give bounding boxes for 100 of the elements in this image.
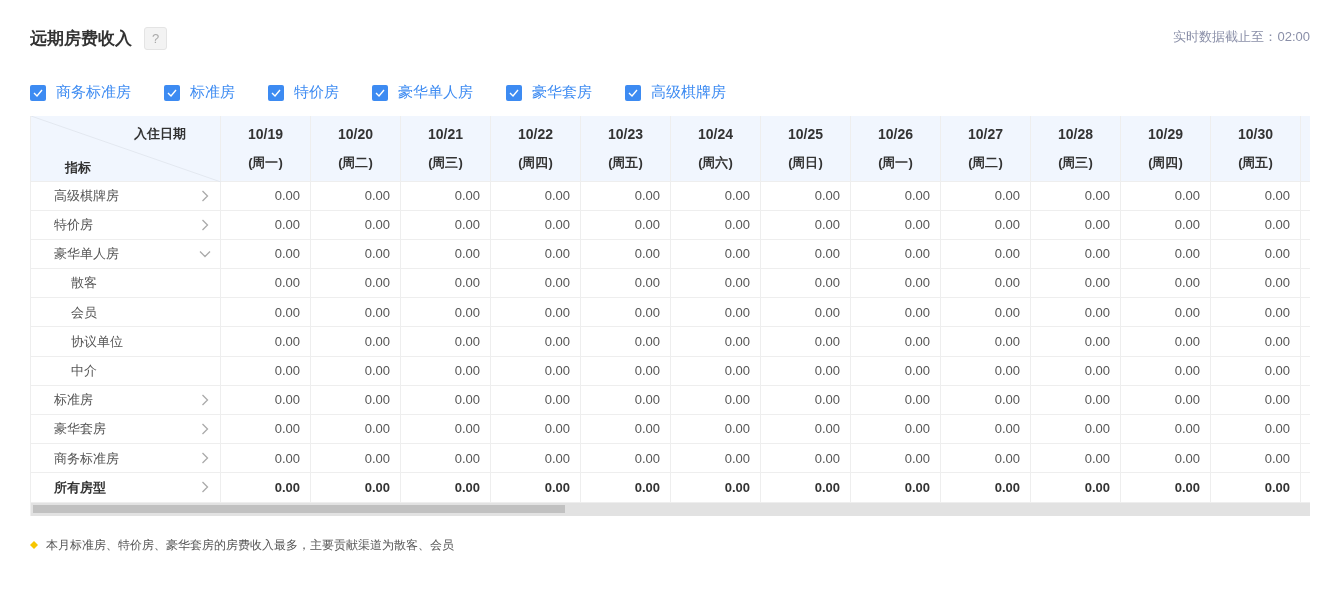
table-cell: 0.00 — [1211, 356, 1301, 385]
table-cell: 0.00 — [671, 269, 761, 298]
row-label: 特价房 — [54, 216, 94, 235]
table-cell: 0.00 — [1121, 385, 1211, 414]
checkmark-icon — [375, 88, 385, 97]
row-label: 会员 — [71, 303, 98, 322]
scrollbar-thumb[interactable] — [33, 505, 565, 514]
row-label: 豪华单人房 — [54, 245, 120, 264]
table-cell: 0.00 — [761, 356, 851, 385]
checkbox-label[interactable]: 豪华套房 — [532, 81, 592, 104]
checkmark-icon — [33, 88, 43, 97]
chevron-right-icon[interactable] — [201, 481, 209, 494]
chevron-right-icon[interactable] — [201, 218, 209, 231]
checkbox[interactable] — [506, 84, 522, 101]
column-weekday: (周一) — [878, 153, 913, 172]
table-cell: 0.00 — [491, 298, 581, 327]
table-cell: 0.00 — [1031, 327, 1121, 356]
diamond-icon — [30, 540, 38, 549]
row-label: 豪华套房 — [54, 420, 107, 439]
table-cell: 0.00 — [401, 473, 491, 502]
checkbox[interactable] — [372, 84, 388, 101]
column-weekday: (周日) — [788, 153, 823, 172]
table-cell: 0.00 — [581, 210, 671, 239]
table-cell: 0.00 — [671, 181, 761, 210]
table-cell: 0.00 — [851, 473, 941, 502]
table-cell: 0.00 — [1211, 473, 1301, 502]
table-cell: 0.00 — [401, 239, 491, 269]
checkbox-label[interactable]: 高级棋牌房 — [651, 81, 726, 104]
table-cell: 0.00 — [581, 415, 671, 444]
column-weekday: (周四) — [1148, 153, 1183, 172]
column-date: 10/21 — [427, 124, 463, 144]
table-cell: 0.00 — [941, 473, 1031, 502]
column-date: 10/24 — [697, 124, 733, 144]
column-weekday: (周三) — [428, 153, 463, 172]
table-cell: 0.00 — [221, 327, 311, 356]
column-date: 10/26 — [877, 124, 913, 144]
checkmark-icon — [628, 88, 638, 97]
table-cell: 0.00 — [1211, 181, 1301, 210]
checkbox[interactable] — [268, 84, 284, 101]
table-cell: 0.00 — [221, 269, 311, 298]
table-cell: 0.00 — [1121, 239, 1211, 269]
column-weekday: (周四) — [518, 153, 553, 172]
table-cell: 0.00 — [1031, 239, 1121, 269]
chevron-right-icon[interactable] — [201, 423, 209, 436]
table-cell: 0.00 — [581, 298, 671, 327]
table-cell: 0.00 — [1211, 415, 1301, 444]
chevron-right-icon[interactable] — [201, 393, 209, 406]
table-cell: 0.00 — [671, 473, 761, 502]
table-cell: 0.00 — [401, 327, 491, 356]
table-cell: 0.00 — [311, 327, 401, 356]
column-date: 10/22 — [517, 124, 553, 144]
table-cell: 0.00 — [1031, 444, 1121, 473]
table-cell: 0.00 — [401, 356, 491, 385]
table-cell: 0.00 — [1031, 210, 1121, 239]
checkbox-label[interactable]: 豪华单人房 — [398, 81, 473, 104]
table-cell: 0.00 — [491, 327, 581, 356]
chevron-right-icon[interactable] — [201, 452, 209, 465]
chevron-down-icon[interactable] — [199, 249, 211, 258]
help-button[interactable]: ? — [144, 27, 167, 51]
checkmark-icon — [271, 88, 281, 97]
table-cell: 0.00 — [761, 444, 851, 473]
checkbox-label[interactable]: 商务标准房 — [56, 81, 131, 104]
table-cell: 0.00 — [1031, 356, 1121, 385]
row-label: 商务标准房 — [54, 449, 120, 468]
table-cell: 0.00 — [851, 356, 941, 385]
table-cell: 0.00 — [311, 473, 401, 502]
column-weekday: (周三) — [1058, 153, 1093, 172]
table-cell: 0.00 — [941, 356, 1031, 385]
table-cell: 0.00 — [581, 327, 671, 356]
table-cell: 0.00 — [221, 298, 311, 327]
table-cell: 0.00 — [851, 444, 941, 473]
checkbox-label[interactable]: 特价房 — [294, 81, 339, 104]
table-cell: 0.00 — [1121, 298, 1211, 327]
table-cell: 0.00 — [1031, 473, 1121, 502]
table-cell: 0.00 — [761, 181, 851, 210]
column-weekday: (周二) — [968, 153, 1003, 172]
table-cell: 0.00 — [1121, 327, 1211, 356]
checkbox-label[interactable]: 标准房 — [190, 81, 235, 104]
table-cell: 0.00 — [221, 356, 311, 385]
table-cell: 0.00 — [1211, 327, 1301, 356]
header-label: 入住日期 — [134, 124, 186, 143]
table-cell: 0.00 — [761, 269, 851, 298]
table-cell: 0.00 — [221, 444, 311, 473]
header-label: 指标 — [65, 158, 91, 177]
checkmark-icon — [509, 88, 519, 97]
column-weekday: (周五) — [608, 153, 643, 172]
table-cell: 0.00 — [221, 181, 311, 210]
chevron-right-icon[interactable] — [201, 189, 209, 202]
row-label: 散客 — [71, 274, 98, 293]
table-cell: 0.00 — [221, 239, 311, 269]
update-time: 实时数据截止至：02:00 — [1173, 28, 1310, 46]
table-cell: 0.00 — [671, 298, 761, 327]
table-cell: 0.00 — [581, 385, 671, 414]
checkbox[interactable] — [164, 84, 180, 101]
checkbox[interactable] — [625, 84, 641, 101]
table-cell: 0.00 — [1031, 415, 1121, 444]
table-cell: 0.00 — [311, 356, 401, 385]
table-cell: 0.00 — [761, 327, 851, 356]
checkbox[interactable] — [30, 84, 46, 101]
table-cell: 0.00 — [1211, 385, 1301, 414]
